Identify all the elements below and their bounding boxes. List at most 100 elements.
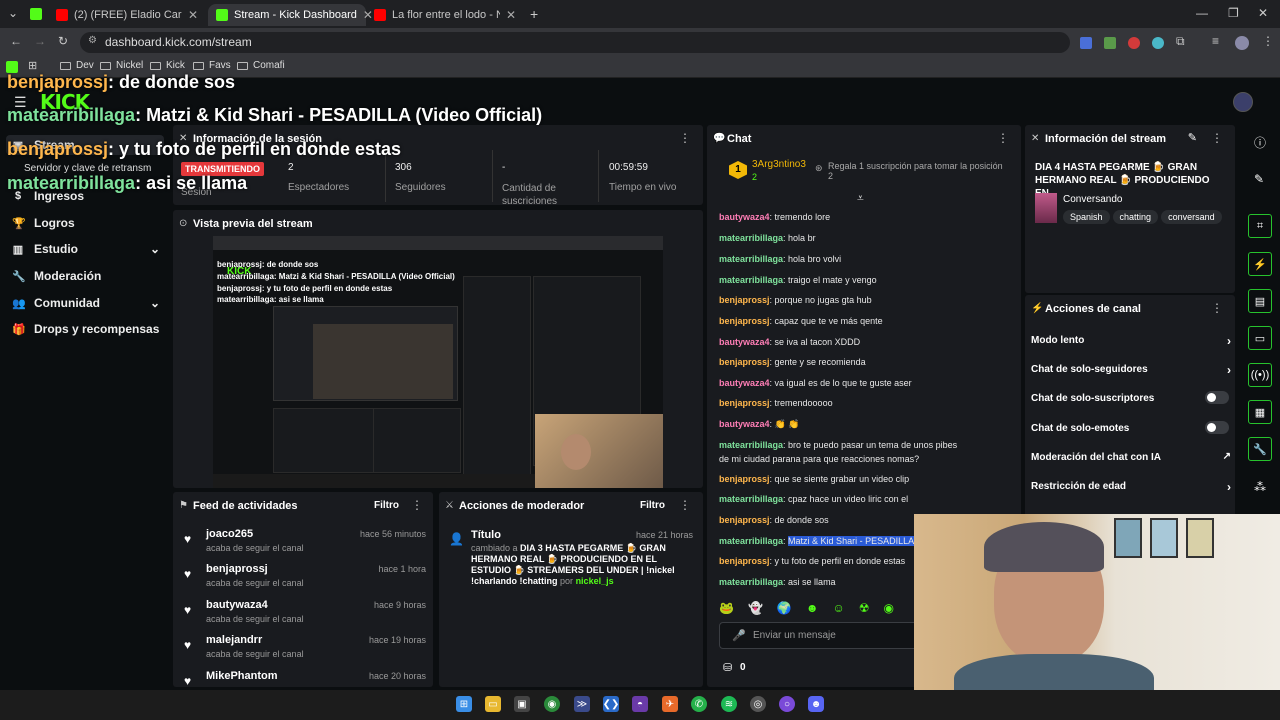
microphone-icon[interactable]: 🎤 <box>732 629 746 642</box>
chat-username[interactable]: benjaprossj <box>719 398 770 408</box>
more-options-icon[interactable]: ⋮ <box>1211 131 1223 145</box>
maximize-icon[interactable]: ❐ <box>1228 6 1239 20</box>
tag[interactable]: Spanish <box>1063 210 1110 224</box>
feed-user[interactable]: malejandrr <box>206 634 262 646</box>
chat-username[interactable]: bautywaza4 <box>719 337 770 347</box>
chat-username[interactable]: matearribillaga <box>719 275 783 285</box>
edit-pencil-icon[interactable]: ✎ <box>1254 172 1264 186</box>
bookmark-dev[interactable]: Dev <box>60 60 94 71</box>
feed-filter-button[interactable]: Filtro <box>374 500 399 511</box>
chat-username[interactable]: matearribillaga <box>719 536 783 546</box>
sidebar-item-estudio[interactable]: ▥ Estudio ⌄ <box>12 242 160 256</box>
tab-youtube[interactable]: (2) (FREE) Eladio Carrion Type B ✕ <box>48 4 206 26</box>
bookmark-comafi[interactable]: Comafi <box>237 60 285 71</box>
sidebar-item-moderacion[interactable]: 🔧 Moderación <box>12 269 101 283</box>
raid-button[interactable]: ⚡ <box>1248 252 1272 276</box>
more-options-icon[interactable]: ⋮ <box>997 131 1009 145</box>
back-icon[interactable]: ← <box>10 34 22 48</box>
chat-username[interactable]: benjaprossj <box>719 515 770 525</box>
chrome-icon[interactable]: ◉ <box>544 696 560 712</box>
broadcast-button[interactable]: ((•)) <box>1248 363 1272 387</box>
action-followers-only[interactable]: Chat de solo-seguidores › <box>1031 363 1231 377</box>
windows-start-icon[interactable]: ⊞ <box>456 696 472 712</box>
tab-kick-dashboard[interactable]: Stream - Kick Dashboard ✕ <box>208 4 373 26</box>
feed-user[interactable]: joaco265 <box>206 528 253 540</box>
points-icon[interactable]: ⛁ <box>723 661 732 674</box>
more-options-icon[interactable]: ⋮ <box>1211 301 1223 315</box>
feed-user[interactable]: MikePhantom <box>206 670 278 682</box>
notes-button[interactable]: ▤ <box>1248 289 1272 313</box>
extension-icon[interactable] <box>30 8 42 20</box>
user-avatar[interactable] <box>1233 92 1253 112</box>
more-tools-icon[interactable]: ⁂ <box>1254 480 1266 494</box>
chat-username[interactable]: matearribillaga <box>719 254 783 264</box>
chat-username[interactable]: matearribillaga <box>719 577 783 587</box>
more-options-icon[interactable]: ⋮ <box>411 498 423 512</box>
extension-icon[interactable] <box>1104 37 1116 49</box>
tag[interactable]: chatting <box>1112 210 1159 224</box>
bookmark-kick[interactable]: Kick <box>150 60 185 71</box>
sidebar-item-comunidad[interactable]: 👥 Comunidad ⌄ <box>12 296 160 310</box>
chat-username[interactable]: benjaprossj <box>719 316 770 326</box>
action-slow-mode[interactable]: Modo lento › <box>1031 334 1231 348</box>
mod-tools-button[interactable]: 🔧 <box>1248 437 1272 461</box>
top-gifter-name[interactable]: 3Arg3ntino3 <box>752 159 806 170</box>
bookmark-favs[interactable]: Favs <box>193 60 231 71</box>
clip-button[interactable]: ⌗ <box>1248 214 1272 238</box>
file-explorer-icon[interactable]: ▭ <box>485 696 501 712</box>
emote-icon[interactable]: ◉ <box>884 601 894 617</box>
action-age-restriction[interactable]: Restricción de edad › <box>1031 480 1231 494</box>
gift-cta-text[interactable]: Regala 1 suscripción para tomar la posic… <box>828 161 1008 181</box>
terminal-icon[interactable]: ≫ <box>574 696 590 712</box>
chat-input[interactable]: 🎤 Enviar un mensaje <box>719 622 919 649</box>
emotes-only-toggle[interactable] <box>1205 421 1229 434</box>
emote-icon[interactable]: 🐸 <box>719 601 734 617</box>
profile-avatar[interactable] <box>1235 36 1249 50</box>
vscode-icon[interactable]: ❮❯ <box>603 696 619 712</box>
bookmark-nickel[interactable]: Nickel <box>100 60 143 71</box>
apps-grid-icon[interactable]: ⊞ <box>28 59 37 72</box>
app-icon[interactable]: ◎ <box>750 696 766 712</box>
chat-username[interactable]: benjaprossj <box>719 556 770 566</box>
emote-icon[interactable]: 👻 <box>748 601 763 617</box>
chat-username[interactable]: benjaprossj <box>719 474 770 484</box>
emote-icon[interactable]: 🌍 <box>777 601 792 617</box>
chat-username[interactable]: bautywaza4 <box>719 212 770 222</box>
minimize-icon[interactable]: — <box>1196 6 1208 20</box>
chat-username[interactable]: benjaprossj <box>719 357 770 367</box>
tab-youtube-2[interactable]: La flor entre el lodo - Nickel JS ✕ <box>366 4 524 26</box>
chat-username[interactable]: bautywaza4 <box>719 378 770 388</box>
extension-icon[interactable] <box>1128 37 1140 49</box>
chat-popout-button[interactable]: ▭ <box>1248 326 1272 350</box>
url-input[interactable]: ⚙ dashboard.kick.com/stream <box>80 32 1070 53</box>
spotify-icon[interactable]: ≋ <box>721 696 737 712</box>
emote-icon[interactable]: ☻ <box>806 601 819 617</box>
more-options-icon[interactable]: ⋮ <box>679 131 691 145</box>
more-options-icon[interactable]: ⋮ <box>679 498 691 512</box>
close-tab-icon[interactable]: ✕ <box>506 8 516 22</box>
tab-search-icon[interactable]: ⌄ <box>8 6 18 20</box>
translate-icon[interactable] <box>1080 37 1092 49</box>
menu-icon[interactable]: ⋮ <box>1262 34 1274 48</box>
extension-icon[interactable] <box>1152 37 1164 49</box>
close-window-icon[interactable]: ✕ <box>1258 6 1268 20</box>
subs-only-toggle[interactable] <box>1205 391 1229 404</box>
stream-preview-video[interactable]: benjaprossj: de donde sos KICK matearrib… <box>213 236 663 488</box>
chat-username[interactable]: matearribillaga <box>719 440 783 450</box>
discord-icon[interactable]: ☻ <box>808 696 824 712</box>
info-icon[interactable]: ⓘ <box>1254 134 1266 151</box>
chat-username[interactable]: matearribillaga <box>719 494 783 504</box>
github-icon[interactable]: ◓ <box>632 696 648 712</box>
mod-filter-button[interactable]: Filtro <box>640 500 665 511</box>
pinned-expand-icon[interactable]: ⩡ <box>857 191 864 206</box>
feed-user[interactable]: benjaprossj <box>206 563 268 575</box>
sidebar-item-logros[interactable]: 🏆 Logros <box>12 216 75 230</box>
store-icon[interactable]: ▣ <box>514 696 530 712</box>
sidebar-item-drops[interactable]: 🎁 Drops y recompensas <box>12 322 159 336</box>
app-icon[interactable]: ○ <box>779 696 795 712</box>
tag[interactable]: conversand <box>1161 210 1222 224</box>
new-tab-icon[interactable]: + <box>530 6 538 22</box>
edit-pencil-icon[interactable]: ✎ <box>1188 131 1197 144</box>
chat-username[interactable]: matearribillaga <box>719 233 783 243</box>
close-tab-icon[interactable]: ✕ <box>188 8 198 22</box>
